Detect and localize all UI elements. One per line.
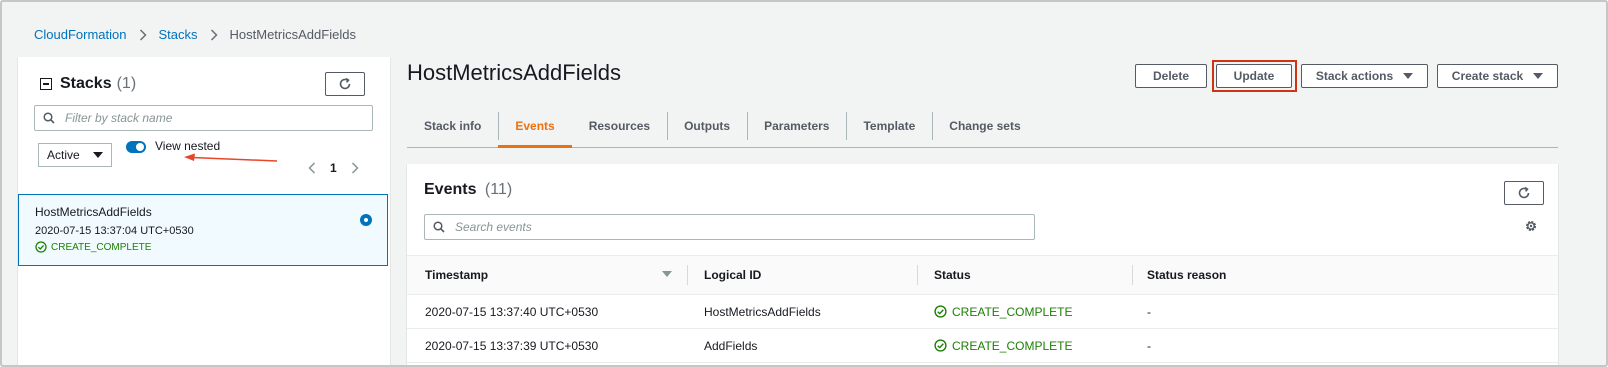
- caret-down-icon: [1403, 73, 1414, 79]
- stack-actions-button[interactable]: Stack actions: [1301, 64, 1428, 88]
- event-status-reason: -: [1147, 338, 1151, 353]
- delete-label: Delete: [1152, 69, 1190, 83]
- stacks-panel-title: Stacks (1): [40, 75, 136, 93]
- events-title: Events (11): [424, 181, 512, 199]
- tab-template[interactable]: Template: [846, 105, 932, 147]
- stack-tabs: Stack info Events Resources Outputs Para…: [407, 105, 1558, 148]
- column-header-logical-id[interactable]: Logical ID: [704, 256, 918, 294]
- pagination: 1: [308, 161, 359, 175]
- update-highlight-box: [1212, 60, 1297, 92]
- events-count: (11): [484, 181, 513, 198]
- breadcrumb: CloudFormation Stacks HostMetricsAddFiel…: [34, 27, 356, 42]
- tab-stack-info[interactable]: Stack info: [407, 105, 498, 147]
- delete-button[interactable]: Delete: [1135, 64, 1207, 88]
- refresh-icon: [338, 77, 352, 91]
- check-circle-icon: [934, 339, 947, 352]
- collapse-icon[interactable]: [40, 78, 52, 90]
- create-stack-button[interactable]: Create stack: [1437, 64, 1558, 88]
- stacks-title: Stacks: [60, 75, 112, 92]
- events-search-field[interactable]: [453, 219, 1006, 235]
- event-status-reason: -: [1147, 304, 1151, 319]
- annotation-arrow-icon: [184, 153, 278, 162]
- stack-filter-input[interactable]: [34, 105, 373, 131]
- table-row: 2020-07-15 13:37:39 UTC+0530 AddFields C…: [407, 329, 1558, 363]
- caret-down-icon: [93, 152, 103, 158]
- status-filter-select[interactable]: Active: [38, 143, 112, 167]
- tab-change-sets[interactable]: Change sets: [932, 105, 1037, 147]
- column-header-status-reason[interactable]: Status reason: [1147, 256, 1447, 294]
- chevron-left-icon[interactable]: [308, 162, 316, 174]
- tab-parameters[interactable]: Parameters: [747, 105, 846, 147]
- event-logical-id: HostMetricsAddFields: [704, 304, 821, 319]
- stacks-count: (1): [116, 75, 137, 92]
- check-circle-icon: [934, 305, 947, 318]
- refresh-icon: [1517, 186, 1531, 200]
- page-title: HostMetricsAddFields: [407, 60, 621, 85]
- event-status-wrap: CREATE_COMPLETE: [934, 339, 1072, 353]
- stack-filter-field[interactable]: [63, 110, 371, 126]
- events-table-header: Timestamp Logical ID Status Status reaso…: [407, 256, 1558, 295]
- stack-name: HostMetricsAddFields: [35, 205, 152, 219]
- stack-select-radio[interactable]: [360, 214, 372, 226]
- events-refresh-button[interactable]: [1504, 181, 1544, 205]
- events-table: Timestamp Logical ID Status Status reaso…: [407, 255, 1558, 363]
- column-divider: [687, 265, 688, 285]
- event-timestamp: 2020-07-15 13:37:39 UTC+0530: [425, 338, 599, 353]
- breadcrumb-stacks[interactable]: Stacks: [159, 27, 198, 42]
- tab-events[interactable]: Events: [498, 105, 573, 148]
- column-divider: [1132, 265, 1133, 285]
- view-nested-toggle[interactable]: [126, 141, 146, 153]
- gear-icon[interactable]: [1524, 219, 1538, 233]
- stack-status: CREATE_COMPLETE: [35, 241, 151, 253]
- stack-status-text: CREATE_COMPLETE: [51, 241, 152, 253]
- search-icon: [43, 112, 55, 124]
- app-frame: CloudFormation Stacks HostMetricsAddFiel…: [0, 0, 1608, 367]
- caret-down-icon: [1533, 73, 1544, 79]
- view-nested-label: View nested: [155, 139, 221, 153]
- column-header-status[interactable]: Status: [934, 256, 1134, 294]
- stack-actions-label: Stack actions: [1315, 69, 1394, 83]
- stacks-refresh-button[interactable]: [325, 72, 365, 96]
- events-panel: Events (11) Timestamp Logical ID: [407, 164, 1558, 365]
- check-circle-icon: [35, 241, 47, 253]
- search-icon: [433, 221, 445, 233]
- sort-down-icon[interactable]: [662, 271, 672, 277]
- events-search-input[interactable]: [424, 214, 1035, 240]
- column-divider: [917, 265, 918, 285]
- event-status-text: CREATE_COMPLETE: [952, 338, 1073, 353]
- event-timestamp: 2020-07-15 13:37:40 UTC+0530: [425, 304, 599, 319]
- column-header-timestamp[interactable]: Timestamp: [425, 256, 687, 294]
- tab-resources[interactable]: Resources: [572, 105, 667, 147]
- stack-timestamp: 2020-07-15 13:37:04 UTC+0530: [35, 225, 194, 237]
- event-status: CREATE_COMPLETE: [934, 329, 1134, 362]
- breadcrumb-current: HostMetricsAddFields: [229, 27, 356, 42]
- event-logical-id: AddFields: [704, 338, 758, 353]
- event-status: CREATE_COMPLETE: [934, 295, 1134, 328]
- breadcrumb-cloudformation[interactable]: CloudFormation: [34, 27, 127, 42]
- stacks-panel: Stacks (1) Active View nested 1: [18, 57, 390, 365]
- table-row: 2020-07-15 13:37:40 UTC+0530 HostMetrics…: [407, 295, 1558, 329]
- create-stack-label: Create stack: [1451, 69, 1524, 83]
- tab-outputs[interactable]: Outputs: [667, 105, 747, 147]
- chevron-right-icon: [210, 28, 218, 41]
- events-title-text: Events: [424, 181, 477, 198]
- chevron-right-icon[interactable]: [351, 162, 359, 174]
- event-status-text: CREATE_COMPLETE: [952, 304, 1073, 319]
- chevron-right-icon: [139, 28, 147, 41]
- event-status-wrap: CREATE_COMPLETE: [934, 305, 1072, 319]
- stack-list-item[interactable]: HostMetricsAddFields 2020-07-15 13:37:04…: [18, 194, 388, 266]
- page-number[interactable]: 1: [330, 161, 337, 175]
- status-filter-value: Active: [47, 148, 80, 162]
